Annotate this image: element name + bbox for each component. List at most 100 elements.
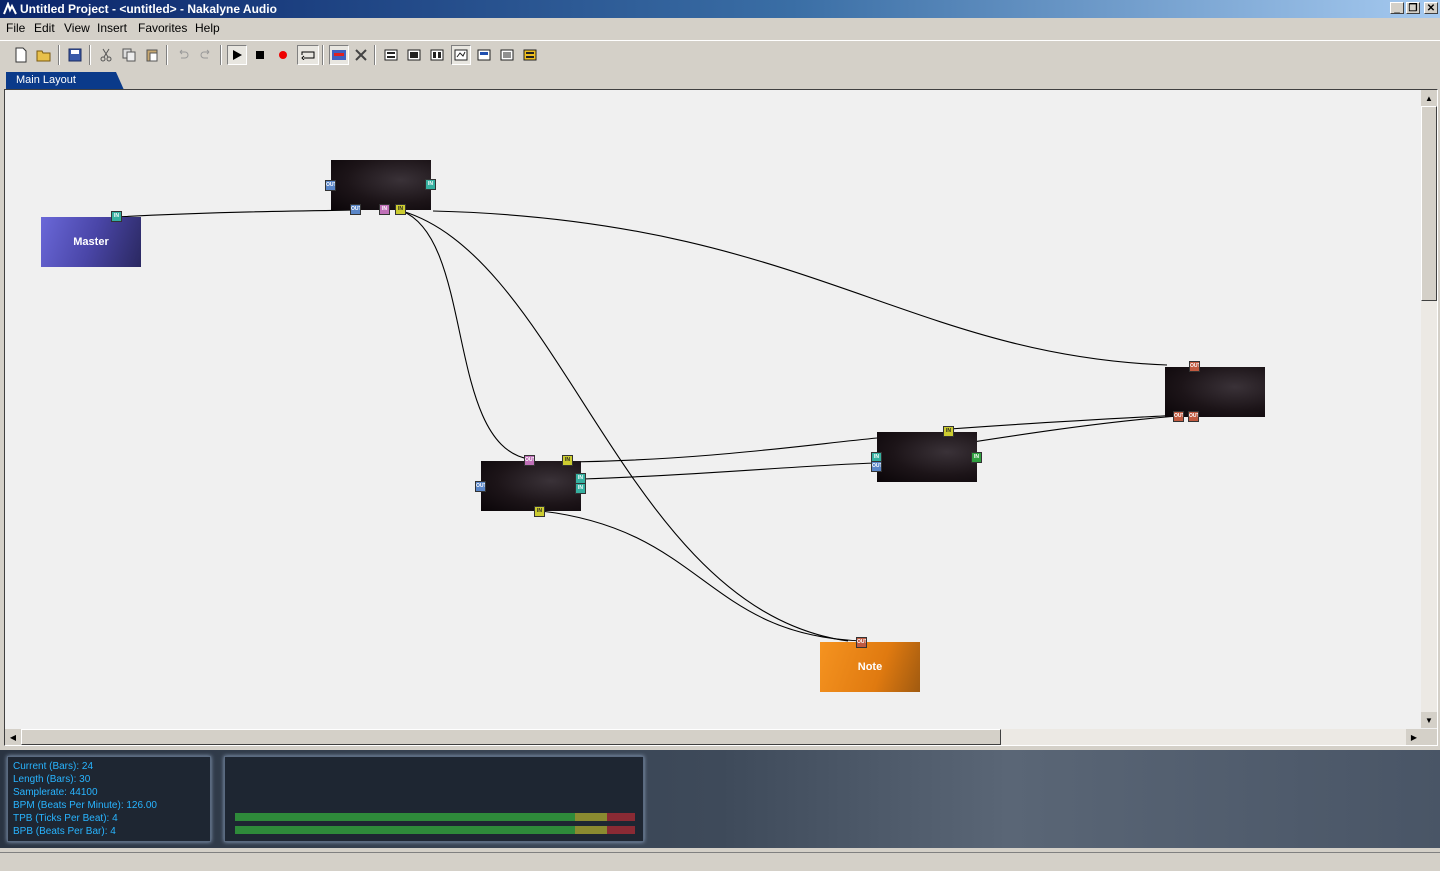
tab-strip: Main Layout [0, 70, 1440, 90]
bpm: BPM (Beats Per Minute): 126.00 [13, 800, 157, 811]
view-1-button[interactable] [381, 45, 401, 65]
tab-main-layout[interactable]: Main Layout [6, 72, 124, 90]
tools-button[interactable] [351, 45, 371, 65]
length-bars: Length (Bars): 30 [13, 774, 91, 785]
note-node[interactable]: Note [820, 642, 920, 692]
view-3-button[interactable] [427, 45, 447, 65]
loop-icon [301, 51, 315, 60]
module-middle-in-port-4[interactable]: IN [534, 506, 545, 517]
undo-icon [179, 49, 189, 59]
window-icon [384, 49, 398, 61]
module-middle-out-port[interactable]: OUT [475, 481, 486, 492]
paste-button[interactable] [142, 45, 162, 65]
cut-icon [100, 48, 112, 62]
new-file-button[interactable] [11, 45, 31, 65]
horizontal-scroll-thumb[interactable] [21, 729, 1001, 745]
record-button[interactable] [273, 45, 293, 65]
module-fr-out-port[interactable]: OUT [1189, 361, 1200, 372]
undo-button[interactable] [173, 45, 193, 65]
module-rm-in-port-3[interactable]: IN [971, 452, 982, 463]
master-node-label: Master [73, 236, 109, 248]
module-top-in-port-2[interactable]: IN [379, 204, 390, 215]
scroll-down-arrow[interactable]: ▼ [1421, 712, 1437, 728]
menu-file[interactable]: File [6, 21, 25, 35]
level-meter-box [224, 756, 644, 842]
vertical-scrollbar[interactable]: ▲ ▼ [1421, 90, 1437, 728]
menu-help[interactable]: Help [195, 21, 220, 35]
paste-icon [146, 49, 158, 62]
module-top-out-port[interactable]: OUT [325, 180, 336, 191]
module-fr-out-port-2[interactable]: OUT [1173, 411, 1184, 422]
restore-button[interactable]: ❐ [1406, 2, 1420, 14]
wire [582, 462, 878, 480]
master-in-port[interactable]: IN [111, 211, 122, 222]
module-middle-in-port-3[interactable]: IN [575, 483, 586, 494]
view-7-button[interactable] [520, 45, 540, 65]
module-fr-out-port-3[interactable]: OUT [1188, 411, 1199, 422]
layout-canvas[interactable]: Master IN OUT IN OUT IN IN OUT OUT IN IN… [5, 90, 1422, 728]
module-node-right-middle[interactable] [877, 432, 977, 482]
menu-insert[interactable]: Insert [97, 21, 127, 35]
stop-button[interactable] [250, 45, 270, 65]
mixer-button[interactable] [329, 45, 349, 65]
play-button[interactable] [227, 45, 247, 65]
view-5-button[interactable] [474, 45, 494, 65]
window-title: Untitled Project - <untitled> - Nakalyne… [20, 2, 277, 16]
level-meter-right [235, 826, 635, 834]
app-icon [3, 2, 17, 15]
layout-canvas-frame: Master IN OUT IN OUT IN IN OUT OUT IN IN… [4, 89, 1438, 746]
wire [569, 437, 878, 463]
vertical-scroll-thumb[interactable] [1421, 106, 1437, 301]
samplerate: Samplerate: 44100 [13, 787, 98, 798]
note-node-label: Note [857, 661, 883, 673]
note-out-port[interactable]: OUT [856, 637, 867, 648]
module-rm-in-port[interactable]: IN [943, 426, 954, 437]
save-icon [68, 48, 82, 62]
wire [401, 210, 849, 642]
window-icon [500, 49, 514, 61]
scroll-right-arrow[interactable]: ▶ [1406, 729, 1422, 745]
view-4-button[interactable] [451, 45, 471, 65]
mixer-icon [332, 50, 346, 60]
record-icon [279, 51, 287, 59]
minimize-button[interactable]: _ [1390, 2, 1404, 14]
scroll-up-arrow[interactable]: ▲ [1421, 90, 1437, 106]
stop-icon [256, 51, 264, 59]
window-icon [523, 49, 537, 61]
scroll-left-arrow[interactable]: ◀ [5, 729, 21, 745]
open-folder-icon [36, 50, 51, 62]
level-meter-left [235, 813, 635, 821]
project-info-box: Current (Bars): 24 Length (Bars): 30 Sam… [7, 756, 211, 842]
tpb: TPB (Ticks Per Beat): 4 [13, 813, 118, 824]
module-top-in-port-3[interactable]: IN [395, 204, 406, 215]
redo-button[interactable] [196, 45, 216, 65]
status-bar [0, 852, 1440, 871]
copy-button[interactable] [119, 45, 139, 65]
cut-button[interactable] [96, 45, 116, 65]
module-node-top[interactable] [331, 160, 431, 210]
module-node-middle[interactable] [481, 461, 581, 511]
graph-icon [454, 49, 468, 61]
save-button[interactable] [65, 45, 85, 65]
menu-view[interactable]: View [64, 21, 90, 35]
module-node-far-right[interactable] [1165, 367, 1265, 417]
module-middle-out-port-2[interactable]: OUT [524, 455, 535, 466]
current-bars: Current (Bars): 24 [13, 761, 94, 772]
window-icon [407, 49, 421, 61]
master-node[interactable]: Master [41, 217, 141, 267]
redo-icon [200, 49, 210, 59]
menu-favorites[interactable]: Favorites [138, 21, 187, 35]
close-button[interactable]: ✕ [1424, 2, 1438, 14]
open-button[interactable] [34, 45, 54, 65]
module-top-out-port-2[interactable]: OUT [350, 204, 361, 215]
view-6-button[interactable] [497, 45, 517, 65]
loop-button[interactable] [297, 45, 319, 65]
horizontal-scrollbar[interactable]: ◀ ▶ [5, 729, 1422, 745]
menu-edit[interactable]: Edit [34, 21, 55, 35]
module-rm-out-port[interactable]: OUT [871, 461, 882, 472]
transport-info-panel: Current (Bars): 24 Length (Bars): 30 Sam… [0, 750, 1440, 848]
module-middle-in-port[interactable]: IN [562, 455, 573, 466]
view-2-button[interactable] [404, 45, 424, 65]
module-top-in-port[interactable]: IN [425, 179, 436, 190]
toolbar [0, 40, 1440, 69]
